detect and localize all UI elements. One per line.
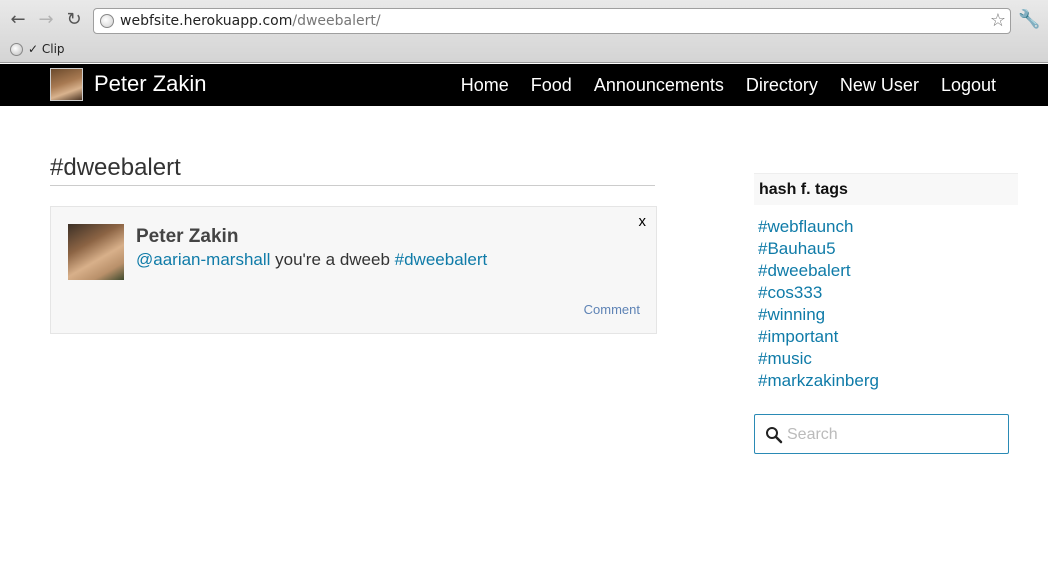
bookmark-label: ✓ Clip (28, 42, 65, 56)
nav-home[interactable]: Home (461, 75, 509, 96)
hashtag-link[interactable]: #music (758, 348, 879, 370)
comment-link[interactable]: Comment (584, 302, 640, 317)
hashtag-link[interactable]: #cos333 (758, 282, 879, 304)
address-bar[interactable]: webfsite.herokuapp.com/dweebalert/ ☆ (93, 8, 1011, 34)
url-text: webfsite.herokuapp.com/dweebalert/ (120, 13, 381, 29)
globe-icon (100, 14, 114, 28)
hashtag-link[interactable]: #webflaunch (758, 216, 879, 238)
bookmark-star-icon[interactable]: ☆ (990, 10, 1006, 31)
avatar[interactable] (50, 68, 83, 101)
nav-directory[interactable]: Directory (746, 75, 818, 96)
browser-chrome: ← → ↻ webfsite.herokuapp.com/dweebalert/… (0, 0, 1048, 63)
hashtag-link[interactable]: #winning (758, 304, 879, 326)
post-body: @aarian-marshall you're a dweeb #dweebal… (136, 250, 487, 270)
nav-logout[interactable]: Logout (941, 75, 996, 96)
hashtag-list: #webflaunch #Bauhau5 #dweebalert #cos333… (758, 216, 879, 392)
post-author[interactable]: Peter Zakin (136, 226, 238, 248)
page-title: #dweebalert (50, 154, 655, 186)
hashtag-link[interactable]: #Bauhau5 (758, 238, 879, 260)
search-input[interactable] (787, 423, 1002, 447)
brand-name[interactable]: Peter Zakin (94, 71, 207, 97)
reload-icon[interactable]: ↻ (64, 10, 84, 30)
hashtag-link[interactable]: #important (758, 326, 879, 348)
close-button[interactable]: x (639, 213, 647, 230)
forward-arrow-icon[interactable]: → (36, 10, 56, 30)
back-arrow-icon[interactable]: ← (8, 10, 28, 30)
bookmark-item[interactable]: ✓ Clip (10, 41, 65, 57)
post-text: you're a dweeb (270, 250, 395, 269)
wrench-icon[interactable]: 🔧 (1018, 9, 1040, 30)
search-icon (766, 427, 783, 444)
globe-icon (10, 42, 23, 56)
avatar[interactable] (68, 224, 124, 280)
hashtag-link[interactable]: #markzakinberg (758, 370, 879, 392)
post-card: Peter Zakin @aarian-marshall you're a dw… (50, 206, 657, 334)
search-box[interactable] (754, 414, 1009, 454)
nav-announcements[interactable]: Announcements (594, 75, 724, 96)
nav-new-user[interactable]: New User (840, 75, 919, 96)
mention-link[interactable]: @aarian-marshall (136, 250, 270, 269)
sidebar-heading: hash f. tags (754, 173, 1018, 205)
hashtag-link[interactable]: #dweebalert (758, 260, 879, 282)
site-header: Peter Zakin Home Food Announcements Dire… (0, 64, 1048, 106)
hashtag-link[interactable]: #dweebalert (395, 250, 488, 269)
top-nav: Home Food Announcements Directory New Us… (461, 75, 996, 96)
nav-food[interactable]: Food (531, 75, 572, 96)
